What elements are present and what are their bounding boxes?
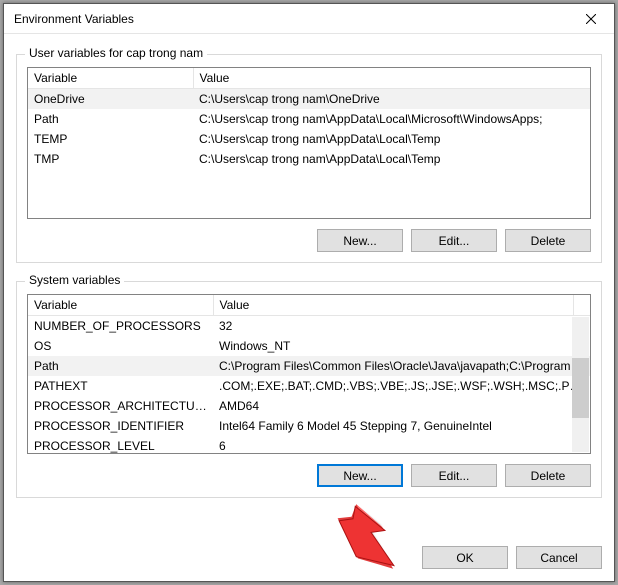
col-scroll-spacer (573, 295, 590, 316)
cell-variable: Path (28, 356, 213, 376)
col-variable[interactable]: Variable (28, 295, 213, 316)
table-row[interactable]: PROCESSOR_IDENTIFIERIntel64 Family 6 Mod… (28, 416, 590, 436)
cell-variable: OneDrive (28, 89, 193, 110)
close-button[interactable] (568, 4, 614, 34)
cell-variable: PROCESSOR_ARCHITECTURE (28, 396, 213, 416)
table-header-row: Variable Value (28, 68, 590, 89)
cell-value: C:\Users\cap trong nam\AppData\Local\Tem… (193, 149, 590, 169)
window-title: Environment Variables (4, 12, 568, 26)
table-row[interactable]: TMPC:\Users\cap trong nam\AppData\Local\… (28, 149, 590, 169)
system-variables-group: System variables Variable Value NUMBER_O… (16, 281, 602, 498)
col-value[interactable]: Value (193, 68, 590, 89)
table-row[interactable]: OneDriveC:\Users\cap trong nam\OneDrive (28, 89, 590, 110)
col-value[interactable]: Value (213, 295, 573, 316)
user-variables-legend: User variables for cap trong nam (25, 46, 207, 60)
system-buttons-row: New... Edit... Delete (27, 464, 591, 487)
table-row[interactable]: NUMBER_OF_PROCESSORS32 (28, 316, 590, 337)
user-edit-button[interactable]: Edit... (411, 229, 497, 252)
table-row[interactable]: PathC:\Program Files\Common Files\Oracle… (28, 356, 590, 376)
cell-value: AMD64 (213, 396, 590, 416)
close-icon (586, 14, 596, 24)
system-variables-legend: System variables (25, 273, 124, 287)
cell-variable: Path (28, 109, 193, 129)
table-row[interactable]: PROCESSOR_LEVEL6 (28, 436, 590, 456)
cell-value: C:\Users\cap trong nam\OneDrive (193, 89, 590, 110)
cell-variable: NUMBER_OF_PROCESSORS (28, 316, 213, 337)
cancel-button[interactable]: Cancel (516, 546, 602, 569)
user-variables-group: User variables for cap trong nam Variabl… (16, 54, 602, 263)
system-edit-button[interactable]: Edit... (411, 464, 497, 487)
env-variables-dialog: Environment Variables User variables for… (3, 3, 615, 582)
user-buttons-row: New... Edit... Delete (27, 229, 591, 252)
ok-button[interactable]: OK (422, 546, 508, 569)
dialog-buttons: OK Cancel (4, 538, 614, 581)
col-variable[interactable]: Variable (28, 68, 193, 89)
user-variables-table-wrap: Variable Value OneDriveC:\Users\cap tron… (27, 67, 591, 219)
table-row[interactable]: PATHEXT.COM;.EXE;.BAT;.CMD;.VBS;.VBE;.JS… (28, 376, 590, 396)
table-row[interactable]: PROCESSOR_ARCHITECTUREAMD64 (28, 396, 590, 416)
cell-variable: PATHEXT (28, 376, 213, 396)
user-variables-table[interactable]: Variable Value OneDriveC:\Users\cap tron… (28, 68, 590, 169)
table-row[interactable]: PathC:\Users\cap trong nam\AppData\Local… (28, 109, 590, 129)
cell-value: Intel64 Family 6 Model 45 Stepping 7, Ge… (213, 416, 590, 436)
cell-value: 32 (213, 316, 590, 337)
cell-value: C:\Users\cap trong nam\AppData\Local\Tem… (193, 129, 590, 149)
cell-value: Windows_NT (213, 336, 590, 356)
system-scrollbar-thumb[interactable] (572, 358, 589, 419)
cell-value: 6 (213, 436, 590, 456)
cell-value: C:\Program Files\Common Files\Oracle\Jav… (213, 356, 590, 376)
cell-variable: TMP (28, 149, 193, 169)
cell-variable: TEMP (28, 129, 193, 149)
titlebar: Environment Variables (4, 4, 614, 34)
system-new-button[interactable]: New... (317, 464, 403, 487)
table-row[interactable]: OSWindows_NT (28, 336, 590, 356)
table-row[interactable]: TEMPC:\Users\cap trong nam\AppData\Local… (28, 129, 590, 149)
system-delete-button[interactable]: Delete (505, 464, 591, 487)
system-scrollbar[interactable] (572, 317, 589, 452)
user-new-button[interactable]: New... (317, 229, 403, 252)
table-header-row: Variable Value (28, 295, 590, 316)
cell-variable: PROCESSOR_IDENTIFIER (28, 416, 213, 436)
cell-value: C:\Users\cap trong nam\AppData\Local\Mic… (193, 109, 590, 129)
cell-variable: OS (28, 336, 213, 356)
user-delete-button[interactable]: Delete (505, 229, 591, 252)
cell-value: .COM;.EXE;.BAT;.CMD;.VBS;.VBE;.JS;.JSE;.… (213, 376, 590, 396)
cell-variable: PROCESSOR_LEVEL (28, 436, 213, 456)
system-variables-table-wrap: Variable Value NUMBER_OF_PROCESSORS32OSW… (27, 294, 591, 454)
system-variables-table[interactable]: Variable Value NUMBER_OF_PROCESSORS32OSW… (28, 295, 590, 456)
